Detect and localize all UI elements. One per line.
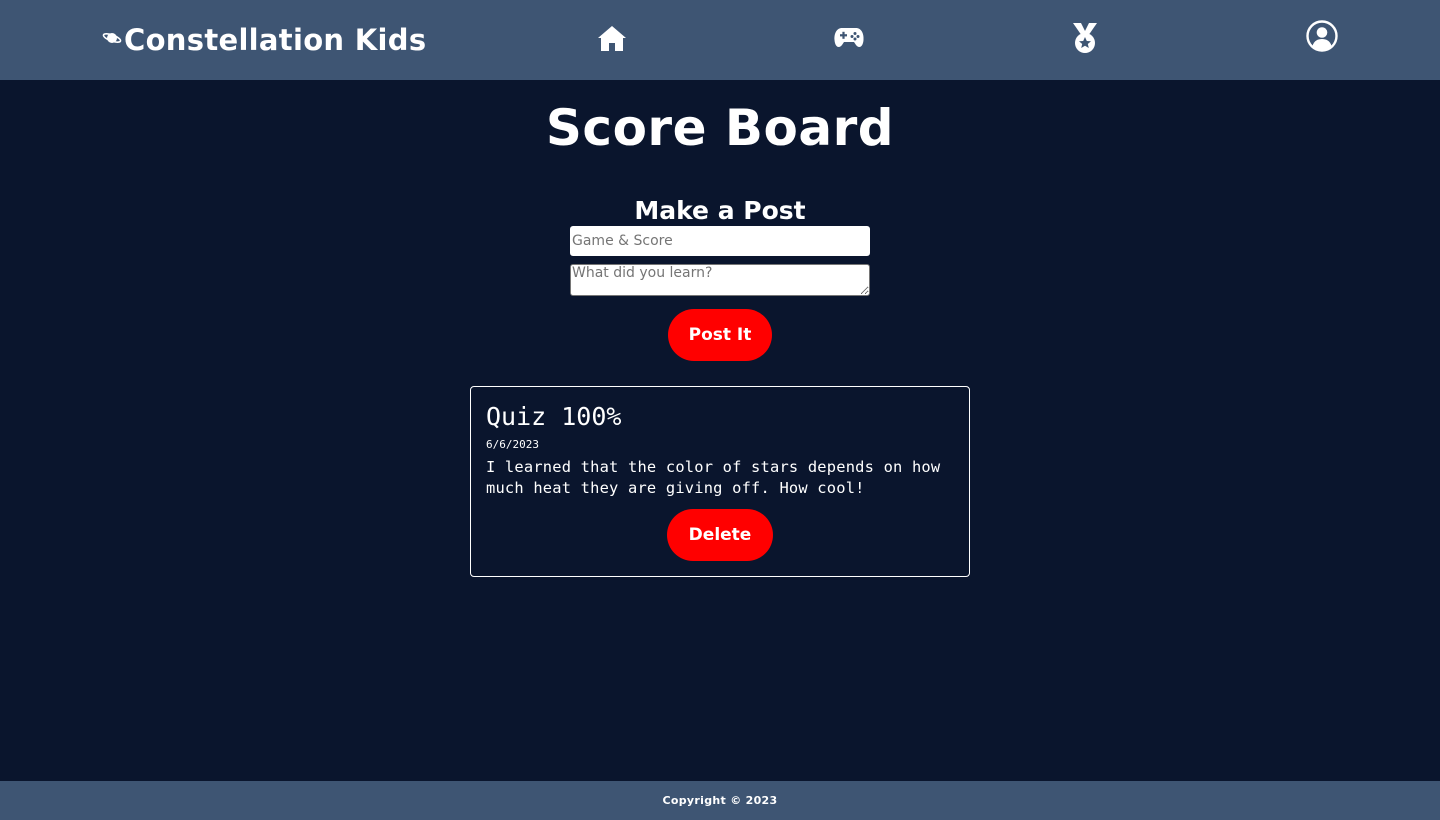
nav-profile-link[interactable] <box>1302 18 1342 58</box>
post-title: Quiz 100% <box>486 402 622 431</box>
game-score-input[interactable] <box>570 226 870 256</box>
top-navbar: Constellation Kids <box>0 0 1440 80</box>
nav-medal-link[interactable] <box>1065 20 1105 60</box>
post-body: I learned that the color of stars depend… <box>486 458 941 497</box>
what-learned-textarea[interactable] <box>570 264 870 296</box>
nav-home-link[interactable] <box>592 20 632 60</box>
post-card: Quiz 100% 6/6/2023 I learned that the co… <box>470 386 970 577</box>
planet-icon <box>102 30 122 50</box>
gamepad-icon <box>834 27 864 53</box>
post-it-button[interactable]: Post It <box>668 309 772 361</box>
post-date: 6/6/2023 <box>486 438 539 451</box>
brand-name: Constellation Kids <box>124 23 427 57</box>
nav-games-link[interactable] <box>829 20 869 60</box>
page-title: Score Board <box>545 99 895 157</box>
make-post-heading: Make a Post <box>634 196 806 225</box>
delete-post-button[interactable]: Delete <box>667 509 773 561</box>
medal-icon <box>1070 22 1100 58</box>
home-icon <box>597 24 627 56</box>
footer: Copyright © 2023 <box>0 781 1440 820</box>
brand-link[interactable]: Constellation Kids <box>102 20 426 60</box>
copyright-text: Copyright © 2023 <box>662 794 778 807</box>
user-circle-icon <box>1306 20 1338 56</box>
